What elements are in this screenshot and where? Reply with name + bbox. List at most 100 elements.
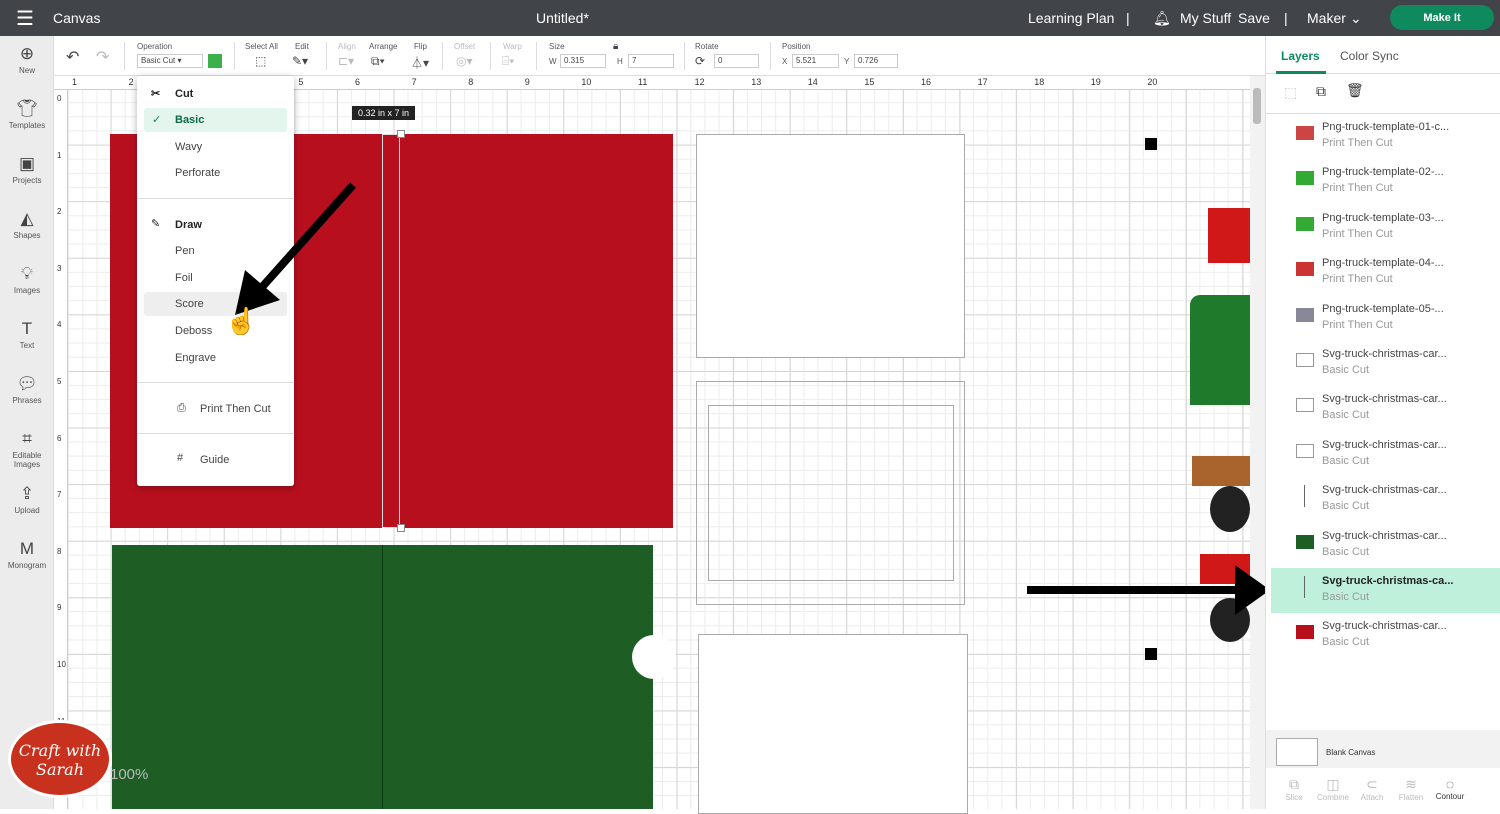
- sidebar-item-shapes[interactable]: ◭ Shapes: [0, 209, 54, 240]
- machine-select[interactable]: Maker: [1307, 10, 1346, 26]
- layer-operation: Basic Cut: [1322, 409, 1370, 422]
- size-tooltip: 0.32 in x 7 in: [352, 106, 416, 120]
- select-all-icon[interactable]: ⬚: [255, 54, 266, 68]
- learning-plan-link[interactable]: Learning Plan: [1028, 10, 1114, 26]
- truck-image[interactable]: [1208, 208, 1250, 263]
- layer-thumbnail: [1296, 353, 1314, 367]
- delete-icon[interactable]: 🗑︎: [1346, 82, 1364, 99]
- x-input[interactable]: 5.521: [792, 54, 839, 68]
- layer-item[interactable]: Svg-truck-christmas-car... Basic Cut: [1271, 386, 1500, 431]
- layer-item[interactable]: Png-truck-template-01-c... Print Then Cut: [1271, 114, 1500, 159]
- truck-bed-image[interactable]: [1192, 456, 1250, 486]
- sidebar-item-monogram[interactable]: M Monogram: [0, 539, 54, 570]
- layer-item[interactable]: Svg-truck-christmas-car... Basic Cut: [1271, 613, 1500, 658]
- layer-item[interactable]: Svg-truck-christmas-car... Basic Cut: [1271, 341, 1500, 386]
- tab-color-sync[interactable]: Color Sync: [1340, 49, 1399, 63]
- undo-icon[interactable]: ↶: [66, 47, 79, 67]
- menu-item-basic[interactable]: ✓ Basic: [144, 108, 287, 132]
- document-title[interactable]: Untitled*: [536, 10, 589, 26]
- chevron-down-icon[interactable]: ⌄: [1350, 10, 1362, 27]
- menu-item-pen[interactable]: Pen: [175, 245, 195, 257]
- layer-name: Svg-truck-christmas-car...: [1322, 348, 1447, 360]
- sidebar-item-templates[interactable]: 👕︎ Templates: [0, 99, 54, 130]
- bell-icon[interactable]: 🔔︎: [1153, 10, 1171, 27]
- outline-panel-shape[interactable]: [698, 634, 968, 814]
- my-stuff-link[interactable]: My Stuff: [1180, 10, 1231, 26]
- menu-item-foil[interactable]: Foil: [175, 272, 193, 284]
- contour-button[interactable]: ◌ Contour: [1430, 776, 1470, 801]
- layer-item[interactable]: Png-truck-template-02-... Print Then Cut: [1271, 159, 1500, 204]
- warp-label: Warp: [503, 42, 522, 51]
- combine-button[interactable]: ◫ Combine: [1313, 776, 1353, 802]
- layer-item[interactable]: Svg-truck-christmas-car... Basic Cut: [1271, 523, 1500, 568]
- menu-item-perforate[interactable]: Perforate: [175, 167, 220, 179]
- sidebar-item-new[interactable]: ⊕ New: [0, 44, 54, 75]
- layer-name: Png-truck-template-05-...: [1322, 302, 1444, 315]
- x-label: X: [782, 57, 788, 66]
- edit-pencil-icon[interactable]: ✎▾: [292, 54, 308, 68]
- layer-item[interactable]: Svg-truck-christmas-car... Basic Cut: [1271, 432, 1500, 477]
- sidebar-item-text[interactable]: T Text: [0, 319, 54, 350]
- menu-item-print-then-cut[interactable]: Print Then Cut: [200, 403, 271, 415]
- layer-item[interactable]: Svg-truck-christmas-ca... Basic Cut: [1271, 568, 1500, 613]
- slice-button[interactable]: ⧉ Slice: [1274, 776, 1314, 802]
- resize-handle[interactable]: [397, 130, 405, 138]
- duplicate-icon[interactable]: ⧉: [1316, 83, 1326, 100]
- sidebar-item-label: Editable Images: [12, 451, 42, 469]
- y-input[interactable]: 0.726: [854, 54, 898, 68]
- sidebar-item-images[interactable]: 💡︎ Images: [0, 264, 54, 295]
- layer-item[interactable]: Png-truck-template-04-... Print Then Cut: [1271, 250, 1500, 295]
- flatten-button[interactable]: ≋ Flatten: [1391, 776, 1431, 802]
- lock-icon[interactable]: 🔒︎: [613, 41, 618, 52]
- menu-item-deboss[interactable]: Deboss: [175, 325, 212, 337]
- sidebar-item-phrases[interactable]: 💬︎ Phrases: [0, 374, 54, 405]
- hamburger-menu-icon[interactable]: ☰: [16, 6, 34, 31]
- chat-icon: 💬︎: [16, 374, 38, 393]
- action-label: Combine: [1316, 793, 1349, 802]
- sidebar-item-label: Upload: [14, 506, 40, 515]
- sidebar-item-upload[interactable]: ⇪ Upload: [0, 484, 54, 515]
- redo-icon[interactable]: ↷: [96, 47, 109, 67]
- height-input[interactable]: 7: [628, 54, 674, 68]
- layer-item[interactable]: Svg-truck-christmas-car... Basic Cut: [1271, 477, 1500, 522]
- operation-select[interactable]: Basic Cut ▾: [137, 54, 203, 68]
- x-value: 5.521: [796, 56, 817, 65]
- menu-item-engrave[interactable]: Engrave: [175, 352, 216, 364]
- tab-layers[interactable]: Layers: [1281, 49, 1320, 63]
- menu-item-wavy[interactable]: Wavy: [175, 141, 202, 153]
- layer-name: Svg-truck-christmas-car...: [1322, 529, 1447, 542]
- arrange-icon[interactable]: ⧉▾: [371, 54, 385, 69]
- menu-item-guide[interactable]: Guide: [200, 454, 229, 466]
- width-input[interactable]: 0.315: [560, 54, 606, 68]
- sidebar-item-editable-images[interactable]: ⌗ Editable Images: [0, 429, 54, 469]
- warp-icon[interactable]: ⌸▾: [502, 54, 514, 69]
- rotate-icon: ⟳: [695, 54, 706, 68]
- white-panel-shape[interactable]: [696, 134, 965, 358]
- align-icon[interactable]: ⊏▾: [338, 54, 354, 68]
- selected-score-line[interactable]: [382, 134, 400, 528]
- make-it-button[interactable]: Make It: [1390, 5, 1494, 30]
- blank-canvas-swatch[interactable]: [1276, 738, 1318, 766]
- zoom-level[interactable]: 100%: [110, 766, 148, 783]
- rotate-input[interactable]: 0: [714, 54, 759, 68]
- ruler-tick-label: 19: [1090, 77, 1101, 87]
- save-button[interactable]: Save: [1238, 10, 1270, 26]
- tree-image[interactable]: [1190, 295, 1250, 405]
- layer-item[interactable]: Png-truck-template-05-... Print Then Cut: [1271, 296, 1500, 341]
- wheel-image[interactable]: [1210, 486, 1250, 532]
- flatten-icon: ≋: [1405, 776, 1417, 792]
- group-icon[interactable]: ⬚: [1284, 84, 1297, 101]
- attach-button[interactable]: ⊂ Attach: [1352, 776, 1392, 802]
- layer-item[interactable]: Png-truck-template-03-... Print Then Cut: [1271, 205, 1500, 250]
- operation-color-swatch[interactable]: [208, 54, 222, 68]
- ruler-tick-label: 18: [1034, 77, 1045, 87]
- sidebar-item-projects[interactable]: ▣ Projects: [0, 154, 54, 185]
- layer-name: Png-truck-template-04-...: [1322, 257, 1444, 270]
- edit-toolbar: ↶ ↷ Operation Basic Cut ▾ Select All ⬚ E…: [54, 36, 1265, 76]
- ruler-tick-label: 1: [57, 150, 62, 160]
- resize-handle[interactable]: [397, 524, 405, 532]
- offset-icon[interactable]: ◎▾: [456, 54, 473, 68]
- vertical-scrollbar[interactable]: [1250, 76, 1265, 809]
- flip-icon[interactable]: ⏃▾: [411, 54, 429, 71]
- inner-outline: [708, 405, 954, 581]
